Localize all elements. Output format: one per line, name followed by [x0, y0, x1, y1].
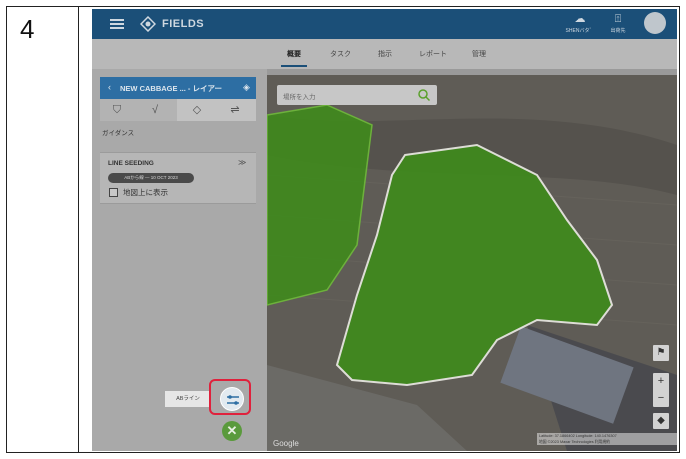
- active-tab-indicator: [281, 65, 307, 67]
- tab-reports[interactable]: レポート: [419, 49, 447, 59]
- line-card-title: LINE SEEDING: [108, 160, 154, 167]
- tab-instructions[interactable]: 指示: [378, 49, 392, 59]
- avatar[interactable]: [644, 12, 666, 34]
- map-attribution: 地図 ©2023 Maxar Technologies 利用規約: [539, 440, 610, 444]
- place-search-box[interactable]: 場所を入力: [277, 85, 437, 105]
- tab-admin[interactable]: 管理: [472, 49, 486, 59]
- zoom-in-button[interactable]: +: [653, 373, 669, 390]
- left-panel: ‹ NEW CABBAGE ... - レイアー ◈ ⛉ √ ◇ ⇌ ガイダンス…: [92, 69, 267, 451]
- top-bar: FIELDS ☁ SHENバタ゛ ⍐ 出荷先: [92, 9, 677, 39]
- export-icon: ⍐: [614, 13, 622, 25]
- ab-line-button[interactable]: [220, 387, 244, 411]
- zoom-controls: + −: [653, 373, 669, 407]
- app-screenshot: FIELDS ☁ SHENバタ゛ ⍐ 出荷先 概要 タスク 指示 レポート 管理…: [92, 9, 677, 451]
- ab-line-icon: [227, 395, 239, 405]
- brand-name: FIELDS: [162, 18, 205, 30]
- satellite-map[interactable]: 場所を入力 ⚑ + − ◆ Latitude: 37.1866402 Longi…: [267, 75, 677, 451]
- map-imagery: [267, 75, 677, 451]
- section-guidance-label: ガイダンス: [102, 130, 135, 137]
- export-button[interactable]: ⍐ 出荷先: [600, 13, 636, 37]
- ab-line-tooltip: ABライン: [165, 391, 211, 407]
- cloud-icon: ☁: [574, 13, 586, 25]
- logo-icon: [140, 16, 156, 32]
- panel-title: NEW CABBAGE ... - レイアー: [120, 84, 223, 93]
- back-chevron-icon[interactable]: ‹: [108, 82, 111, 92]
- show-on-map-label: 地図上に表示: [123, 188, 168, 197]
- line-seeding-card[interactable]: LINE SEEDING ≫ ABから線 — 10 OCT 2023 地図上に表…: [100, 152, 256, 204]
- export-label: 出荷先: [610, 28, 626, 34]
- tool-strip: ⛉ √ ◇ ⇌: [100, 99, 256, 121]
- flag-icon[interactable]: ⚑: [653, 345, 669, 361]
- active-tool-bg: [177, 99, 256, 121]
- coordinates-readout: Latitude: 37.1866402 Longitude: 140.1476…: [537, 433, 677, 445]
- show-on-map-checkbox[interactable]: [109, 188, 118, 197]
- soil-sample-icon[interactable]: ⛉: [110, 103, 124, 117]
- guidance-lines-icon[interactable]: ⇌: [228, 103, 242, 117]
- search-input[interactable]: 場所を入力: [283, 91, 316, 101]
- formula-icon[interactable]: √: [148, 103, 162, 117]
- map-layers-icon[interactable]: ◆: [653, 413, 669, 429]
- step-number: 4: [20, 14, 35, 44]
- location-search-icon[interactable]: [417, 88, 431, 102]
- zoom-out-button[interactable]: −: [653, 390, 669, 407]
- chevron-down-icon[interactable]: ≫: [238, 158, 246, 167]
- close-button[interactable]: ✕: [222, 421, 242, 441]
- tab-overview[interactable]: 概要: [287, 49, 301, 59]
- location-pin-icon[interactable]: ◈: [243, 82, 250, 93]
- table-divider: [78, 6, 79, 453]
- nav-tabs: 概要 タスク 指示 レポート 管理: [92, 39, 677, 69]
- sync-button[interactable]: ☁ SHENバタ゛: [562, 13, 598, 37]
- menu-icon[interactable]: [110, 19, 124, 29]
- layers-icon[interactable]: ◇: [190, 103, 204, 117]
- google-logo: Google: [273, 439, 299, 448]
- ab-line-chip: ABから線 — 10 OCT 2023: [108, 173, 194, 183]
- tab-tasks[interactable]: タスク: [330, 49, 351, 59]
- panel-header: ‹ NEW CABBAGE ... - レイアー ◈: [100, 77, 256, 99]
- sync-label: SHENバタ゛: [565, 28, 595, 34]
